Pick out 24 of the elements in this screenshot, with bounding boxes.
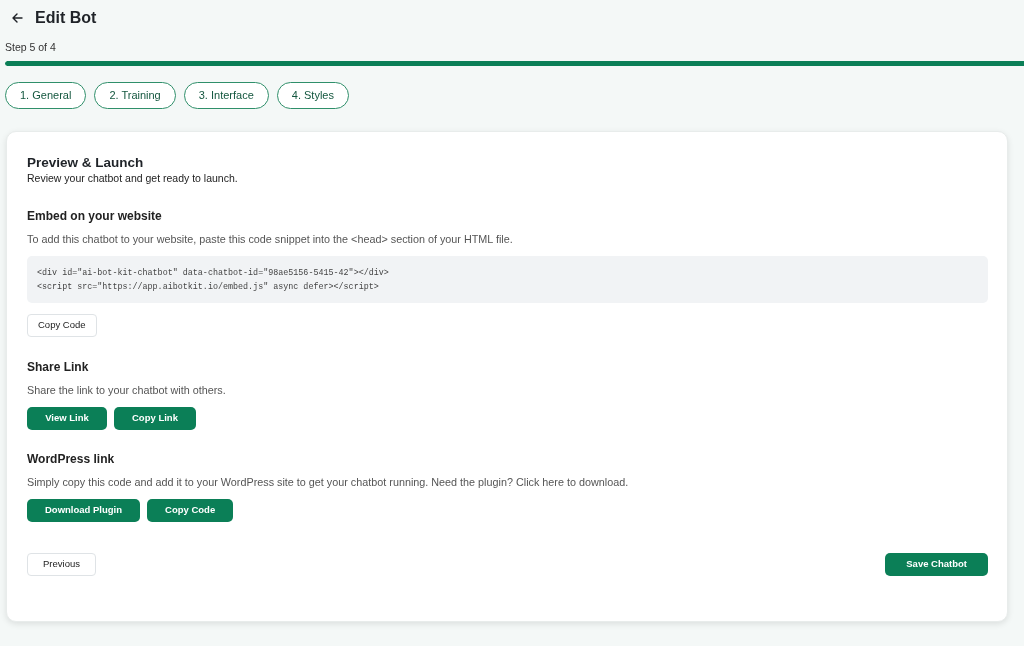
- section-description: Share the link to your chatbot with others.: [27, 383, 226, 397]
- action-button[interactable]: Copy Code: [27, 314, 97, 337]
- section-heading: WordPress link: [27, 451, 115, 467]
- step-tab[interactable]: 2. Training: [94, 82, 176, 109]
- back-arrow-icon[interactable]: [12, 13, 23, 23]
- action-button[interactable]: Download Plugin: [27, 499, 141, 522]
- step-tab[interactable]: 1. General: [5, 82, 87, 109]
- step-label: Step 5 of 4: [5, 40, 56, 56]
- action-button[interactable]: Copy Link: [114, 407, 196, 430]
- step-tab[interactable]: 3. Interface: [183, 82, 269, 109]
- card-subtitle: Review your chatbot and get ready to launch.: [27, 171, 238, 185]
- code-line: <div id="ai-bot-kit-chatbot" data-chatbot-id="98ae5156-5415-42"></div>: [37, 266, 389, 279]
- action-button[interactable]: View Link: [27, 407, 107, 430]
- code-line: <script src="https://app.aibotkit.io/embed.js" async defer></script>: [37, 280, 379, 293]
- section-description: To add this chatbot to your website, paste this code snippet into the <head> section of your HTML file.: [27, 232, 513, 246]
- page-title: Edit Bot: [35, 8, 97, 28]
- save-button[interactable]: Save Chatbot: [885, 553, 988, 576]
- card-title: Preview & Launch: [27, 154, 144, 171]
- section-heading: Share Link: [27, 359, 89, 375]
- action-button[interactable]: Copy Code: [147, 499, 234, 522]
- section-description: Simply copy this code and add it to your WordPress site to get your chatbot running. Need the plugin? Click here to download.: [27, 475, 629, 489]
- step-tab[interactable]: 4. Styles: [276, 82, 349, 109]
- section-heading: Embed on your website: [27, 208, 162, 224]
- previous-button[interactable]: Previous: [27, 553, 96, 576]
